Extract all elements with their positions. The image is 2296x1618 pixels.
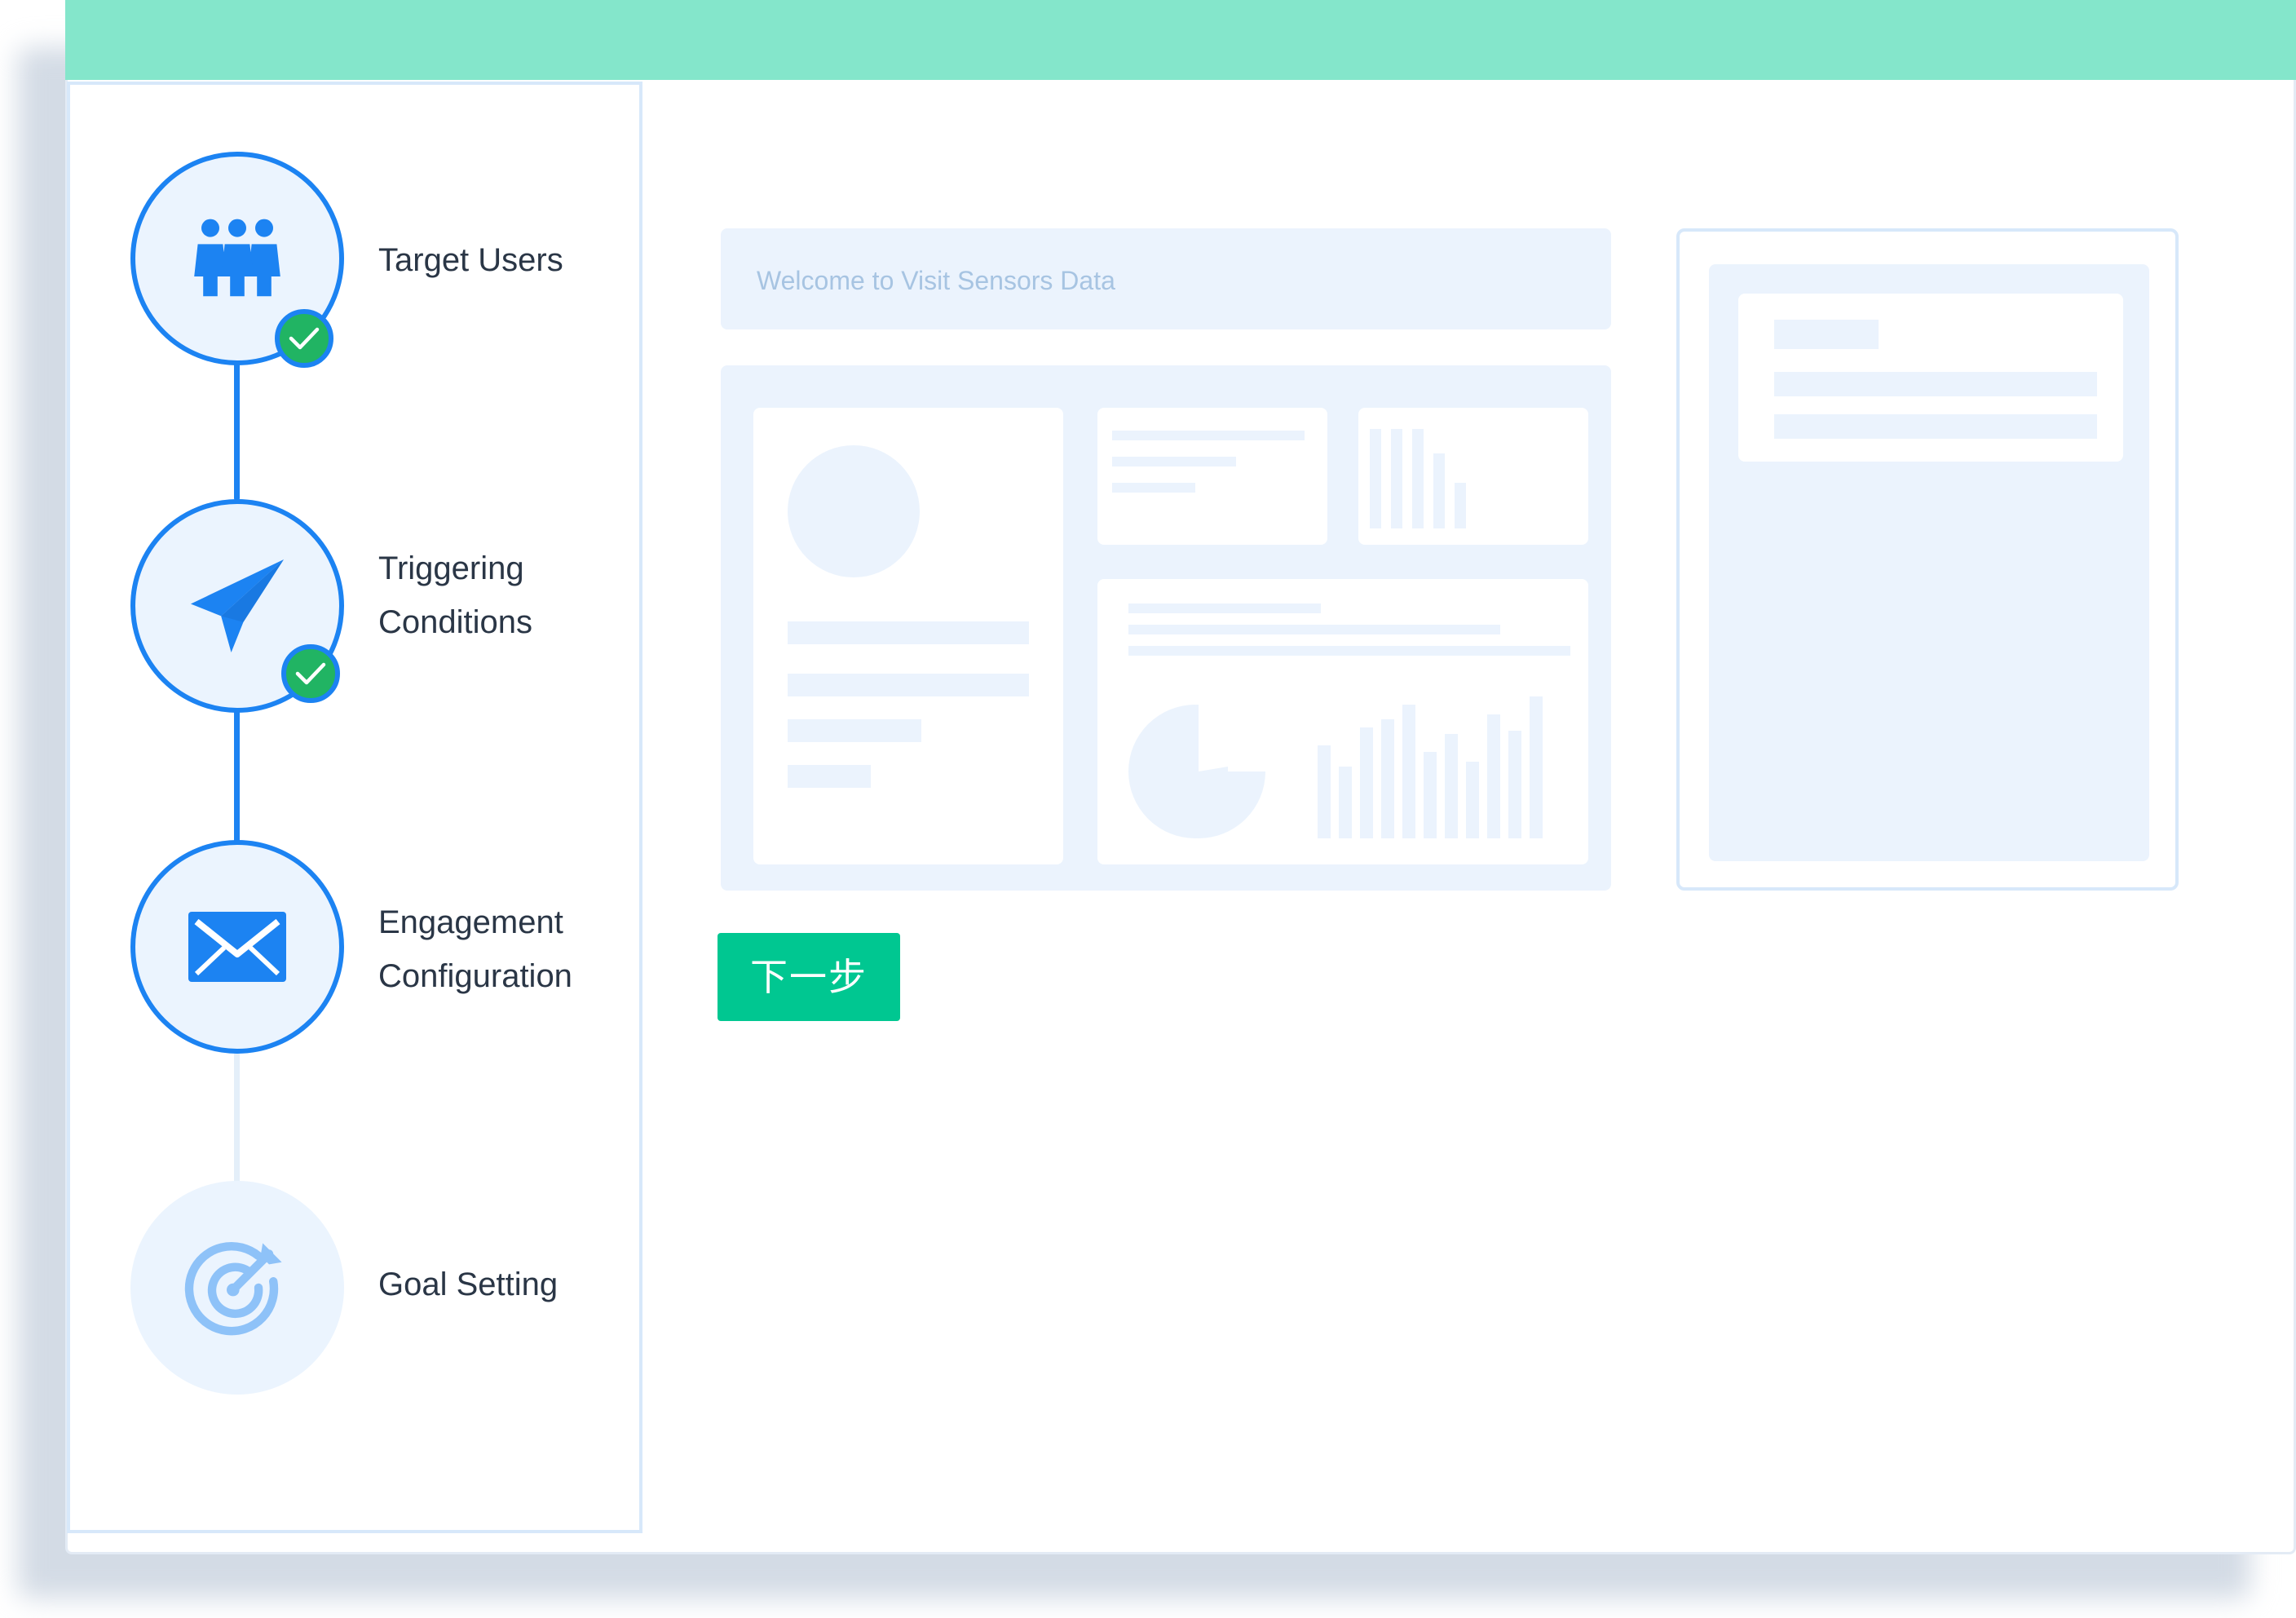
step-label: Goal Setting [378,1267,559,1302]
bar-placeholder [1412,429,1424,528]
step-connector [234,362,240,501]
bar-placeholder [1370,429,1381,528]
step-connector [234,706,240,843]
pie-chart-placeholder [1128,705,1265,838]
users-group-icon [194,219,280,297]
mini-chart-card-placeholder [1358,408,1588,545]
chart-card-placeholder [1097,579,1588,864]
text-line-placeholder [1774,320,1879,349]
step-icon-circle[interactable] [130,1181,344,1395]
completed-check-badge [281,644,340,703]
text-line-placeholder [1112,457,1236,466]
check-icon [295,662,326,685]
welcome-text: Welcome to Visit Sensors Data [757,266,1115,295]
text-card-placeholder [1097,408,1327,545]
bar-placeholder [1391,429,1402,528]
dashboard-preview [721,365,1611,891]
step-icon-circle[interactable] [130,840,344,1054]
target-arrow-icon [184,1241,282,1336]
step-connector [234,1047,240,1186]
step-label: Target Users [378,242,563,278]
text-line-placeholder [1112,431,1305,440]
text-line-placeholder [1774,414,2097,439]
envelope-icon [188,912,286,982]
text-line-placeholder [788,765,871,788]
text-line-placeholder [1128,603,1321,613]
step-label: Triggering Conditions [378,550,533,640]
text-line-placeholder [788,674,1029,696]
text-line-placeholder [788,719,921,742]
welcome-banner: Welcome to Visit Sensors Data [721,228,1611,329]
check-icon [289,327,320,350]
profile-card-placeholder [753,408,1063,864]
text-line-placeholder [788,621,1029,644]
message-preview-frame [1676,228,2179,891]
avatar-placeholder [788,445,920,577]
message-preview-card [1738,294,2123,462]
paper-plane-icon [190,559,285,653]
bar-chart-placeholder [1318,693,1554,838]
message-preview-body [1709,264,2149,861]
text-line-placeholder [1128,625,1500,634]
bar-placeholder [1433,453,1445,528]
text-line-placeholder [1128,646,1570,656]
bar-placeholder [1455,483,1466,528]
step-label: Engagement Configuration [378,904,572,994]
next-step-button[interactable]: 下一步 [718,933,900,1021]
text-line-placeholder [1774,372,2097,396]
completed-check-badge [275,309,333,368]
text-line-placeholder [1112,483,1195,493]
top-bar [65,0,2296,80]
